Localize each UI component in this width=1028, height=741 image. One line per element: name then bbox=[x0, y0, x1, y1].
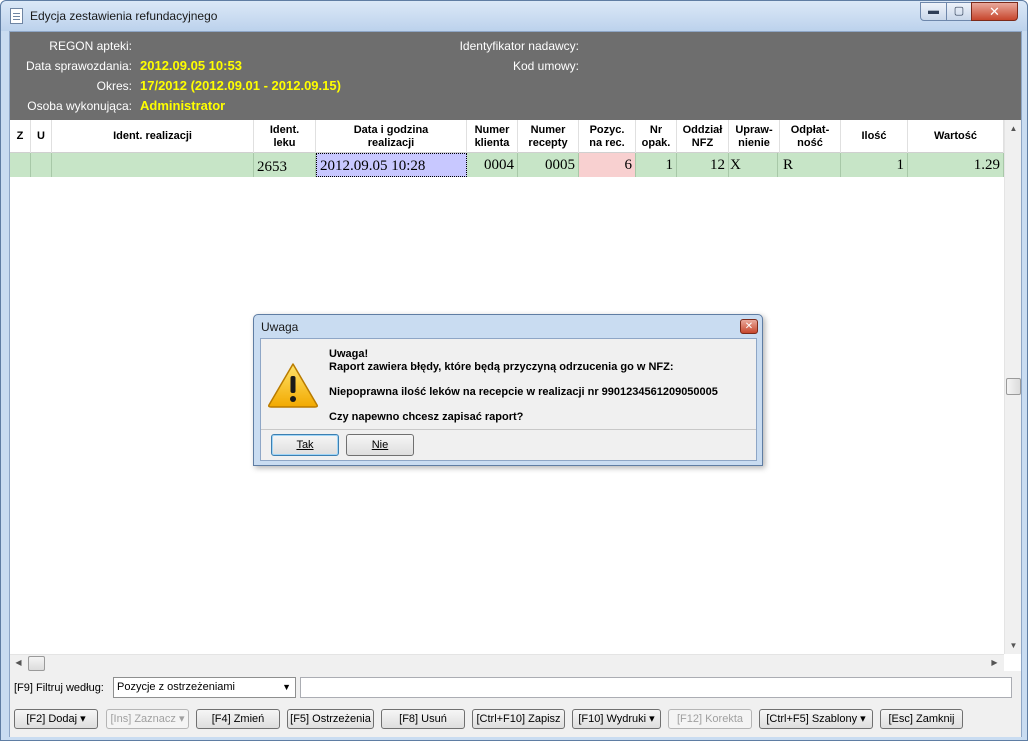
no-button[interactable]: Nie bbox=[346, 434, 414, 456]
delete-button[interactable]: [F8] Usuń bbox=[381, 709, 465, 729]
filter-text-input[interactable] bbox=[300, 677, 1012, 698]
dialog-separator bbox=[261, 429, 756, 430]
report-date-value: 2012.09.05 10:53 bbox=[140, 58, 242, 73]
save-button[interactable]: [Ctrl+F10] Zapisz bbox=[472, 709, 565, 729]
dialog-body: Uwaga! Raport zawiera błędy, które będą … bbox=[260, 338, 757, 461]
minimize-button[interactable]: ▬ bbox=[920, 2, 947, 21]
warning-icon bbox=[268, 363, 318, 408]
col-header-datetime[interactable]: Data i godzina realizacji bbox=[316, 120, 467, 153]
col-header-client-no[interactable]: Numer klienta bbox=[467, 120, 518, 153]
document-icon bbox=[10, 8, 23, 24]
dialog-message-line2: Niepoprawna ilość leków na recepcie w re… bbox=[329, 386, 718, 398]
horizontal-scrollbar[interactable]: ◀ ▶ bbox=[10, 654, 1004, 671]
cell-datetime[interactable]: 2012.09.05 10:28 bbox=[316, 153, 467, 177]
cell-quantity[interactable]: 1 bbox=[841, 153, 908, 177]
cell-prescription-no[interactable]: 0005 bbox=[518, 153, 579, 177]
dropdown-arrow-icon[interactable]: ▼ bbox=[282, 678, 291, 697]
contract-code-label: Kod umowy: bbox=[512, 59, 579, 73]
cell-nfz-branch[interactable]: 12 bbox=[677, 153, 729, 177]
grid-header: Z U Ident. realizacji Ident. leku Data i… bbox=[10, 120, 1004, 153]
col-header-payment[interactable]: Odpłat-ność bbox=[780, 120, 841, 153]
cell-drug-id[interactable]: 2653 bbox=[254, 153, 316, 177]
col-header-u[interactable]: U bbox=[31, 120, 52, 153]
col-header-entitlement[interactable]: Upraw-nienie bbox=[729, 120, 780, 153]
col-header-realization-id[interactable]: Ident. realizacji bbox=[52, 120, 254, 153]
cell-client-no[interactable]: 0004 bbox=[467, 153, 518, 177]
cell-z[interactable] bbox=[10, 153, 31, 177]
scroll-up-icon[interactable]: ▲ bbox=[1005, 120, 1022, 137]
report-date-label: Data sprawozdania: bbox=[25, 59, 132, 73]
warning-dialog: Uwaga ✕ Uwaga! Raport zawiera błędy, któ… bbox=[253, 314, 763, 466]
period-value: 17/2012 (2012.09.01 - 2012.09.15) bbox=[140, 78, 341, 93]
cell-package-no[interactable]: 1 bbox=[636, 153, 677, 177]
close-window-button[interactable]: ✕ bbox=[971, 2, 1018, 21]
col-header-prescription-no[interactable]: Numer recepty bbox=[518, 120, 579, 153]
edit-button[interactable]: [F4] Zmień bbox=[196, 709, 280, 729]
vertical-scrollbar[interactable]: ▲ ▼ bbox=[1004, 120, 1021, 654]
dialog-message-line1: Raport zawiera błędy, które będą przyczy… bbox=[329, 361, 674, 373]
person-value: Administrator bbox=[140, 98, 226, 113]
templates-button[interactable]: [Ctrl+F5] Szablony ▾ bbox=[759, 709, 873, 729]
select-button[interactable]: [Ins] Zaznacz ▾ bbox=[106, 709, 189, 729]
prints-button[interactable]: [F10] Wydruki ▾ bbox=[572, 709, 661, 729]
add-button[interactable]: [F2] Dodaj ▾ bbox=[14, 709, 98, 729]
vertical-scroll-thumb[interactable] bbox=[1006, 378, 1021, 395]
cell-position[interactable]: 6 bbox=[579, 153, 636, 177]
col-header-drug-id[interactable]: Ident. leku bbox=[254, 120, 316, 153]
cell-realization-id[interactable] bbox=[52, 153, 254, 177]
title-bar[interactable]: Edycja zestawienia refundacyjnego ▬ ▢ ✕ bbox=[1, 1, 1027, 31]
filter-label: [F9] Filtruj według: bbox=[14, 682, 104, 694]
maximize-button[interactable]: ▢ bbox=[946, 2, 972, 21]
horizontal-scroll-thumb[interactable] bbox=[28, 656, 45, 671]
close-button[interactable]: [Esc] Zamknij bbox=[880, 709, 963, 729]
col-header-position[interactable]: Pozyc. na rec. bbox=[579, 120, 636, 153]
cell-payment[interactable]: R bbox=[780, 153, 841, 177]
dialog-heading: Uwaga! bbox=[329, 348, 369, 360]
filter-bar: [F9] Filtruj według: Pozycje z ostrzeżen… bbox=[10, 671, 1021, 704]
sender-id-label: Identyfikator nadawcy: bbox=[459, 39, 579, 53]
filter-selected-value: Pozycje z ostrzeżeniami bbox=[117, 681, 235, 693]
col-header-quantity[interactable]: Ilość bbox=[841, 120, 908, 153]
scroll-down-icon[interactable]: ▼ bbox=[1005, 637, 1022, 654]
correction-button[interactable]: [F12] Korekta bbox=[668, 709, 752, 729]
person-label: Osoba wykonująca: bbox=[27, 99, 132, 113]
dialog-question: Czy napewno chcesz zapisać raport? bbox=[329, 411, 524, 423]
scroll-left-icon[interactable]: ◀ bbox=[10, 655, 27, 672]
report-header: REGON apteki: Data sprawozdania: 2012.09… bbox=[10, 32, 1021, 120]
cell-entitlement[interactable]: X bbox=[727, 153, 778, 177]
table-row[interactable]: 2653 2012.09.05 10:28 0004 0005 6 1 12 X… bbox=[10, 153, 1004, 177]
filter-select[interactable]: Pozycje z ostrzeżeniami ▼ bbox=[113, 677, 296, 698]
scroll-right-icon[interactable]: ▶ bbox=[986, 655, 1003, 672]
dialog-title: Uwaga bbox=[261, 320, 299, 334]
window-title: Edycja zestawienia refundacyjnego bbox=[30, 9, 218, 23]
regon-label: REGON apteki: bbox=[49, 39, 132, 53]
col-header-z[interactable]: Z bbox=[10, 120, 31, 153]
bottom-toolbar: [F2] Dodaj ▾ [Ins] Zaznacz ▾ [F4] Zmień … bbox=[10, 704, 1021, 737]
period-label: Okres: bbox=[96, 79, 132, 93]
yes-button[interactable]: Tak bbox=[271, 434, 339, 456]
cell-value[interactable]: 1.29 bbox=[908, 153, 1004, 177]
col-header-package-no[interactable]: Nr opak. bbox=[636, 120, 677, 153]
col-header-nfz-branch[interactable]: Oddział NFZ bbox=[677, 120, 729, 153]
col-header-value[interactable]: Wartość bbox=[908, 120, 1004, 153]
dialog-close-button[interactable]: ✕ bbox=[740, 319, 758, 334]
warnings-button[interactable]: [F5] Ostrzeżenia bbox=[287, 709, 374, 729]
cell-u[interactable] bbox=[31, 153, 52, 177]
